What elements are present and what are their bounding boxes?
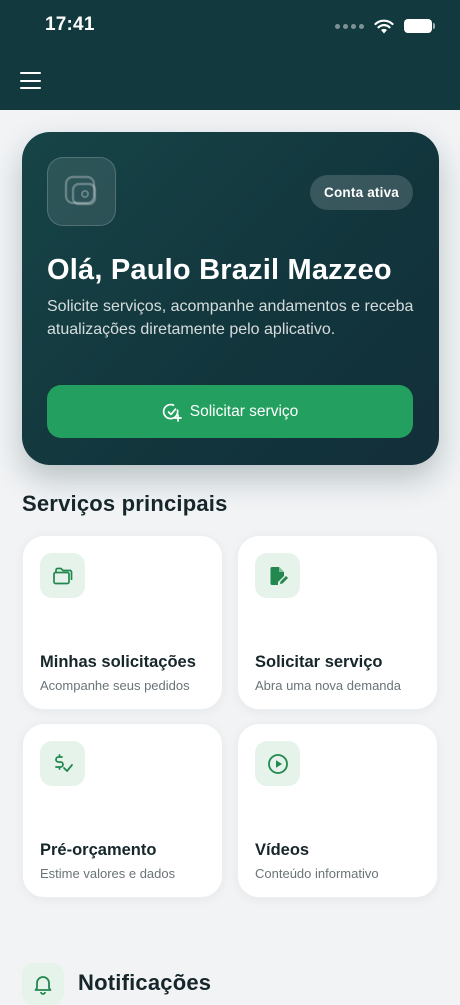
battery-icon xyxy=(404,19,435,33)
check-plus-icon xyxy=(162,403,182,422)
icon-tile xyxy=(255,553,300,598)
greeting-subtitle: Solicite serviços, acompanhe andamentos … xyxy=(47,298,414,338)
app-logo xyxy=(47,157,116,226)
status-icons xyxy=(335,16,435,36)
notifications-section-title: Notificações xyxy=(78,970,212,995)
dollar-check-icon xyxy=(54,753,73,772)
notifications-icon-tile xyxy=(22,963,64,1005)
card-subtitle: Acompanhe seus pedidos xyxy=(40,678,190,693)
service-card-videos[interactable]: Vídeos Conteúdo informativo xyxy=(237,723,438,898)
document-edit-icon xyxy=(270,566,288,585)
app-header: 17:41 xyxy=(0,0,460,110)
card-title: Solicitar serviço xyxy=(255,653,383,671)
status-time: 17:41 xyxy=(45,14,95,35)
service-card-request-service[interactable]: Solicitar serviço Abra uma nova demanda xyxy=(237,535,438,710)
card-subtitle: Estime valores e dados xyxy=(40,866,176,881)
services-section-title: Serviços principais xyxy=(22,491,228,516)
card-title: Pré-orçamento xyxy=(40,841,157,859)
service-card-my-requests[interactable]: Minhas solicitações Acompanhe seus pedid… xyxy=(22,535,223,710)
card-title: Vídeos xyxy=(255,841,310,859)
account-status-badge: Conta ativa xyxy=(310,175,413,210)
request-service-label: Solicitar serviço xyxy=(189,402,299,420)
play-circle-icon xyxy=(267,753,288,774)
icon-tile xyxy=(40,553,85,598)
bell-icon xyxy=(34,976,52,995)
status-bar: 17:41 xyxy=(0,0,460,52)
card-subtitle: Conteúdo informativo xyxy=(255,866,379,881)
signal-icon xyxy=(335,23,364,29)
hamburger-menu-icon[interactable] xyxy=(20,72,41,89)
icon-tile xyxy=(255,741,300,786)
card-title: Minhas solicitações xyxy=(40,653,196,671)
wifi-icon xyxy=(374,19,394,33)
logo-icon xyxy=(64,175,96,205)
card-subtitle: Abra uma nova demanda xyxy=(255,678,401,693)
greeting-title: Olá, Paulo Brazil Mazzeo xyxy=(47,254,392,286)
folder-icon xyxy=(52,567,72,584)
welcome-card: Conta ativa Olá, Paulo Brazil Mazzeo Sol… xyxy=(22,132,439,465)
service-card-pre-budget[interactable]: Pré-orçamento Estime valores e dados xyxy=(22,723,223,898)
icon-tile xyxy=(40,741,85,786)
request-service-button[interactable]: Solicitar serviço xyxy=(47,385,413,438)
